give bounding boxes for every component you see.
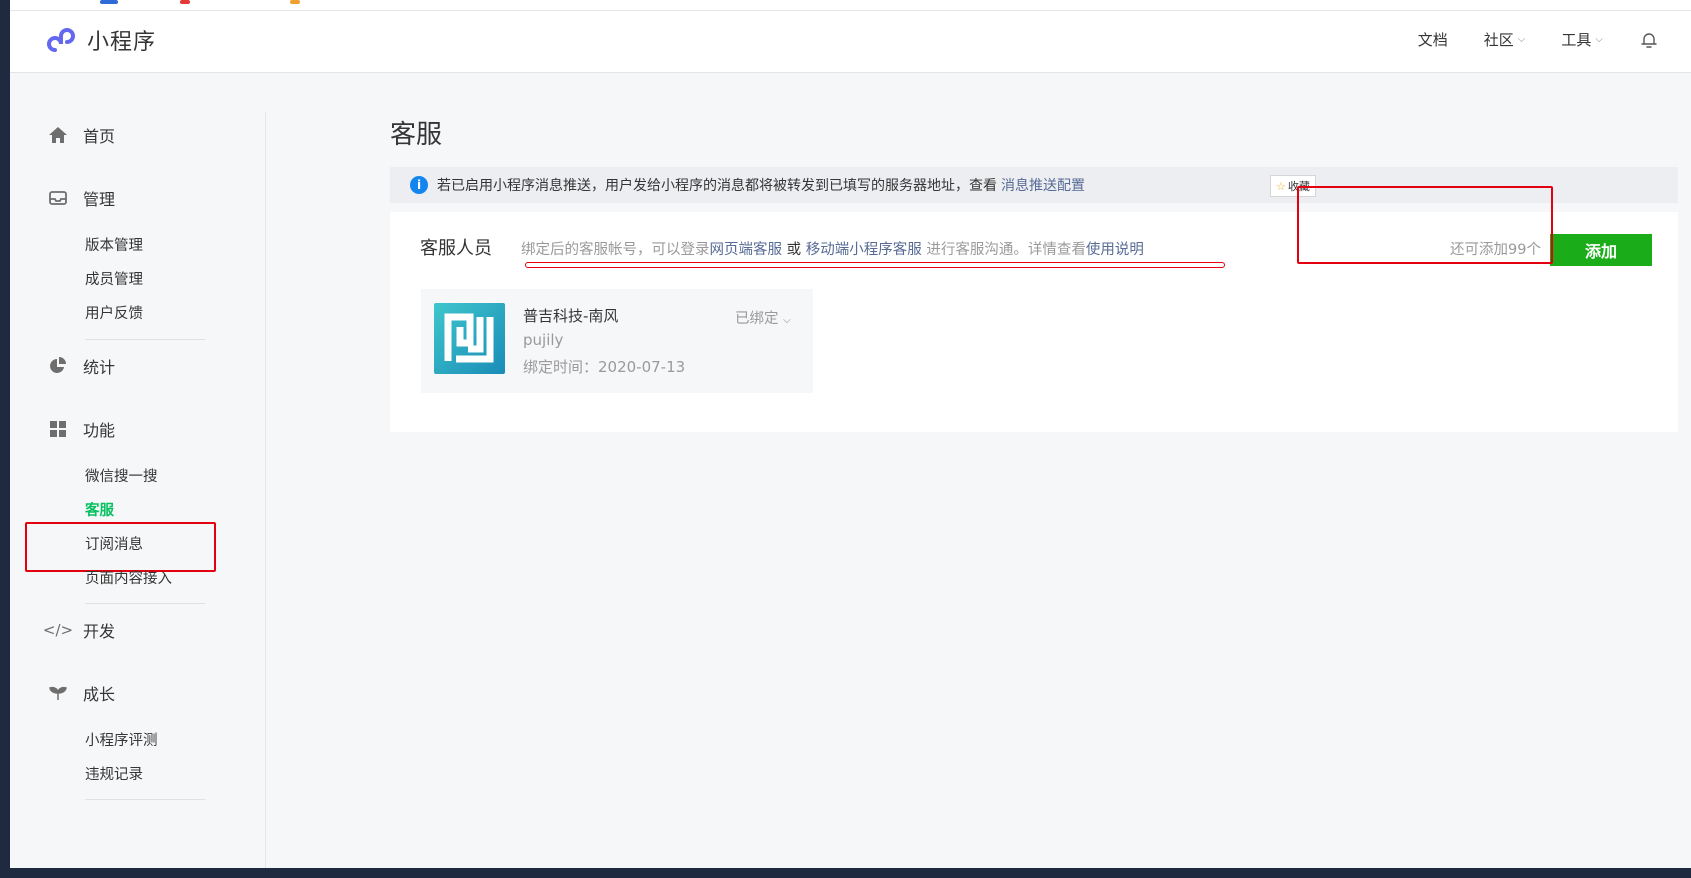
pie-chart-icon (47, 355, 69, 377)
sidebar-divider (85, 799, 205, 800)
sidebar-item-page-content[interactable]: 页面内容接入 (85, 567, 172, 588)
app-logo[interactable]: 小程序 (47, 24, 156, 56)
top-header: 小程序 文档 社区 ⌵ 工具 ⌵ (10, 11, 1691, 73)
header-nav: 文档 社区 ⌵ 工具 ⌵ (1418, 29, 1659, 50)
bell-icon[interactable] (1639, 30, 1659, 50)
sidebar-group-features[interactable]: 功能 (47, 417, 115, 441)
home-icon (47, 124, 69, 146)
member-bind-time: 绑定时间：2020-07-13 (523, 358, 686, 376)
add-staff-button[interactable]: 添加 (1550, 234, 1652, 266)
staff-description: 绑定后的客服帐号，可以登录网页端客服 或 移动端小程序客服 进行客服沟通。详情查… (521, 242, 1144, 258)
sidebar-group-growth[interactable]: 成长 (47, 681, 115, 705)
notice-text: 若已启用小程序消息推送，用户发给小程序的消息都将被转发到已填写的服务器地址，查看 (437, 178, 997, 194)
grid-icon (47, 418, 69, 440)
avatar (434, 303, 505, 374)
nav-docs[interactable]: 文档 (1418, 29, 1448, 50)
web-service-link[interactable]: 网页端客服 (710, 242, 783, 258)
sidebar-item-members[interactable]: 成员管理 (85, 268, 143, 289)
sidebar-divider (85, 339, 205, 340)
sidebar-item-subscribe-msg[interactable]: 订阅消息 (85, 533, 143, 554)
app-title: 小程序 (87, 30, 157, 55)
sidebar-group-home[interactable]: 首页 (47, 123, 115, 147)
sidebar-group-stats[interactable]: 统计 (47, 354, 115, 378)
highlight-underline (525, 262, 1225, 268)
info-icon: i (410, 176, 428, 194)
sidebar-item-version[interactable]: 版本管理 (85, 234, 143, 255)
main-content: 客服 i 若已启用小程序消息推送，用户发给小程序的消息都将被转发到已填写的服务器… (390, 74, 1680, 868)
code-icon: </> (42, 621, 74, 639)
nav-tools[interactable]: 工具 ⌵ (1561, 29, 1603, 50)
sidebar-group-dev[interactable]: </> 开发 (42, 618, 115, 642)
sidebar-item-wechat-search[interactable]: 微信搜一搜 (85, 465, 158, 486)
sidebar-divider (265, 112, 266, 868)
chevron-down-icon: ⌵ (1517, 34, 1526, 45)
member-status-dropdown[interactable]: 已绑定 ⌵ (735, 307, 791, 328)
miniprogram-logo-icon (47, 28, 75, 52)
page-title: 客服 (390, 120, 443, 150)
sidebar-item-evaluation[interactable]: 小程序评测 (85, 729, 158, 750)
highlight-box-add (1297, 186, 1553, 264)
app-window: 小程序 文档 社区 ⌵ 工具 ⌵ 首页 管理 版本管理 成员管理 用户反馈 统计… (10, 0, 1691, 868)
member-name: 普吉科技-南风 (523, 307, 619, 325)
browser-top-strip (10, 0, 1691, 11)
star-icon: ☆ (1276, 179, 1286, 193)
help-link[interactable]: 使用说明 (1086, 242, 1144, 258)
sidebar-item-customer-service[interactable]: 客服 (85, 499, 114, 520)
inbox-icon (47, 187, 69, 209)
staff-label: 客服人员 (420, 238, 492, 259)
sidebar-divider (85, 603, 205, 604)
sidebar-group-manage[interactable]: 管理 (47, 186, 115, 210)
chevron-down-icon: ⌵ (783, 315, 791, 326)
chevron-down-icon: ⌵ (1595, 34, 1603, 45)
sidebar: 首页 管理 版本管理 成员管理 用户反馈 统计 功能 微信搜一搜 客服 订阅消息 (10, 74, 266, 868)
mobile-service-link[interactable]: 移动端小程序客服 (806, 242, 922, 258)
sprout-icon (47, 682, 69, 704)
nav-community[interactable]: 社区 ⌵ (1484, 29, 1526, 50)
push-config-link[interactable]: 消息推送配置 (1001, 175, 1085, 195)
member-card[interactable]: 普吉科技-南风 pujily 绑定时间：2020-07-13 已绑定 ⌵ (421, 289, 813, 393)
member-id: pujily (523, 331, 564, 349)
sidebar-item-feedback[interactable]: 用户反馈 (85, 302, 143, 323)
sidebar-item-violations[interactable]: 违规记录 (85, 763, 143, 784)
